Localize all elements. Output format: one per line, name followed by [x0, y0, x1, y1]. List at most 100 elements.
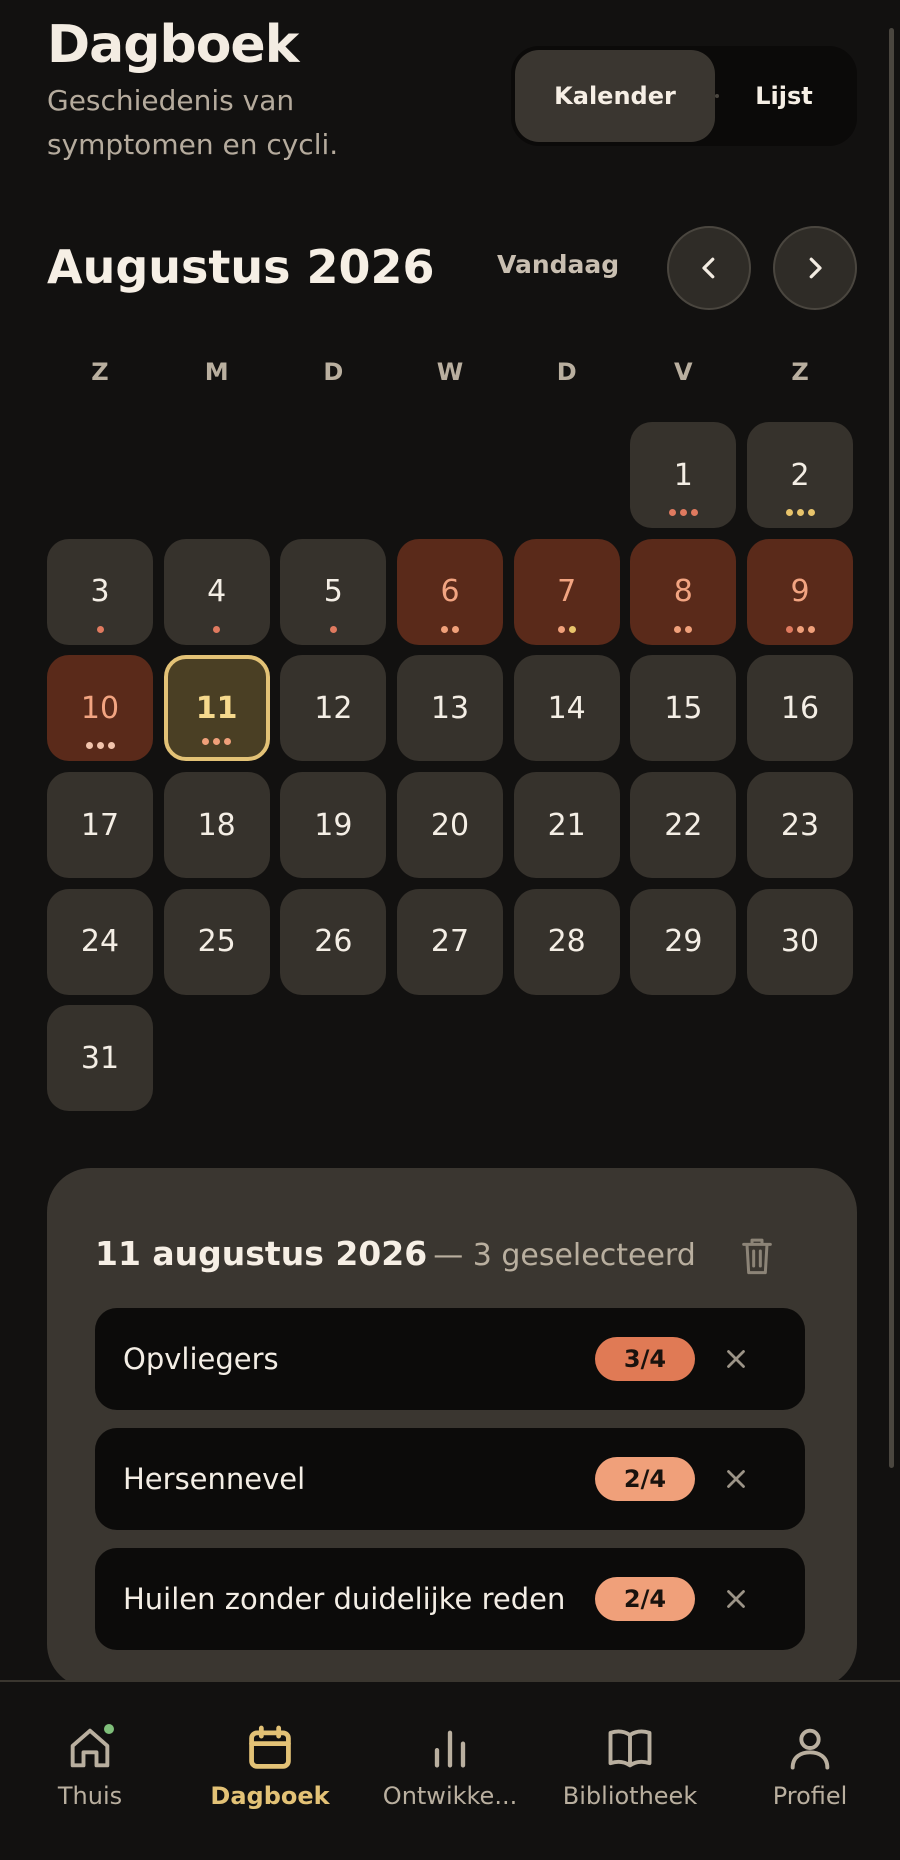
calendar-day-19[interactable]: 19 — [280, 772, 387, 878]
calendar-day-13[interactable]: 13 — [397, 655, 503, 762]
nav-item-bibliotheek[interactable]: Bibliotheek — [540, 1722, 720, 1810]
calendar-day-22[interactable]: 22 — [630, 772, 737, 878]
month-bar: Augustus 2026 Vandaag — [47, 226, 857, 310]
home-icon — [64, 1722, 116, 1774]
calendar-day-3[interactable]: 3 — [47, 538, 153, 645]
calendar-day-15[interactable]: 15 — [630, 655, 737, 762]
calendar-day-11[interactable]: 11 — [163, 655, 270, 762]
symptom-dot — [452, 625, 459, 633]
selected-date: 11 augustus 2026 — [95, 1234, 428, 1273]
day-number: 13 — [430, 690, 470, 726]
symptom-dot — [674, 625, 682, 633]
symptom-name: Hersennevel — [123, 1462, 306, 1496]
symptom-row[interactable]: Huilen zonder duidelijke reden 2/4 — [95, 1548, 805, 1650]
day-number: 11 — [195, 690, 238, 726]
calendar-day-4[interactable]: 4 — [163, 538, 270, 645]
bottom-navigation: Thuis Dagboek Ontwikke... Bibliotheek Profie… — [0, 1680, 900, 1860]
calendar-day-17[interactable]: 17 — [47, 772, 153, 878]
day-number: 5 — [323, 574, 343, 610]
scrollbar[interactable] — [889, 28, 894, 1468]
symptom-dot — [96, 625, 104, 633]
symptom-dot — [213, 738, 221, 746]
day-number: 16 — [780, 690, 820, 726]
calendar-day-28[interactable]: 28 — [513, 888, 620, 995]
day-number: 30 — [780, 924, 820, 960]
symptom-dot — [807, 509, 815, 516]
day-number: 18 — [197, 807, 236, 843]
delete-button[interactable] — [737, 1234, 777, 1278]
calendar-day-24[interactable]: 24 — [47, 888, 153, 995]
calendar-day-6[interactable]: 6 — [397, 538, 503, 645]
nav-item-ontwikke[interactable]: Ontwikke... — [360, 1722, 540, 1810]
nav-label: Profiel — [772, 1782, 848, 1810]
symptom-dot — [785, 509, 793, 516]
day-number: 9 — [790, 574, 810, 610]
symptom-dot — [785, 625, 793, 633]
remove-symptom-button[interactable] — [721, 1464, 751, 1494]
calendar-day-1[interactable]: 1 — [630, 422, 737, 528]
day-number: 12 — [314, 690, 353, 726]
calendar-day-7[interactable]: 7 — [513, 538, 620, 645]
day-number: 10 — [80, 690, 120, 726]
symptom-dot — [796, 509, 804, 516]
severity-badge: 2/4 — [595, 1457, 695, 1501]
symptom-dot — [690, 509, 698, 516]
day-number: 31 — [80, 1040, 120, 1076]
remove-symptom-button[interactable] — [721, 1584, 751, 1614]
next-month-button[interactable] — [773, 226, 857, 310]
day-number: 1 — [673, 457, 693, 493]
weekday-label: Z — [91, 358, 109, 386]
day-number: 3 — [90, 574, 110, 610]
day-number: 26 — [314, 924, 353, 960]
chevron-left-icon — [702, 257, 715, 279]
calendar-day-30[interactable]: 30 — [747, 888, 854, 995]
symptom-row[interactable]: Opvliegers 3/4 — [95, 1308, 805, 1410]
calendar-day-12[interactable]: 12 — [280, 655, 387, 762]
page-subtitle: Geschiedenis van symptomen en cycli. — [47, 83, 339, 161]
trash-icon — [742, 1238, 772, 1275]
calendar-day-8[interactable]: 8 — [630, 538, 737, 645]
calendar-day-26[interactable]: 26 — [280, 888, 387, 995]
calendar-day-23[interactable]: 23 — [747, 772, 854, 878]
nav-item-dagboek[interactable]: Dagboek — [180, 1722, 360, 1810]
nav-label: Ontwikke... — [382, 1782, 518, 1810]
calendar-day-5[interactable]: 5 — [280, 538, 387, 645]
nav-item-thuis[interactable]: Thuis — [0, 1722, 180, 1810]
calendar-day-9[interactable]: 9 — [747, 538, 854, 645]
day-number: 28 — [547, 924, 586, 960]
calendar-day-14[interactable]: 14 — [513, 655, 620, 762]
symptom-row[interactable]: Hersennevel 2/4 — [95, 1428, 805, 1530]
symptom-indicator-dots — [280, 625, 386, 633]
calendar-day-25[interactable]: 25 — [163, 888, 270, 995]
calendar-day-21[interactable]: 21 — [513, 772, 620, 878]
weekday-label: V — [674, 358, 693, 386]
calendar-day-10[interactable]: 10 — [47, 655, 153, 762]
symptom-dot — [668, 509, 676, 516]
previous-month-button[interactable] — [667, 226, 751, 310]
symptom-dot — [807, 625, 815, 633]
symptom-indicator-dots — [168, 738, 266, 746]
symptom-indicator-dots — [747, 625, 853, 633]
calendar-day-29[interactable]: 29 — [630, 888, 737, 995]
day-number: 15 — [664, 690, 703, 726]
symptom-name: Opvliegers — [123, 1342, 279, 1376]
calendar-day-16[interactable]: 16 — [747, 655, 854, 762]
calendar-day-2[interactable]: 2 — [747, 422, 854, 528]
day-number: 4 — [207, 574, 227, 610]
symptom-dot — [329, 625, 337, 633]
calendar-day-18[interactable]: 18 — [163, 772, 270, 878]
calendar-day-27[interactable]: 27 — [397, 888, 503, 995]
toggle-calendar-button[interactable]: Kalender — [515, 50, 715, 142]
day-number: 20 — [430, 807, 470, 843]
calendar-day-20[interactable]: 20 — [397, 772, 503, 878]
calendar-day-31[interactable]: 31 — [47, 1005, 153, 1112]
nav-label: Thuis — [57, 1782, 123, 1810]
nav-item-profiel[interactable]: Profiel — [720, 1722, 900, 1810]
day-number: 17 — [80, 807, 120, 843]
header: Dagboek Geschiedenis van symptomen en cy… — [47, 18, 857, 168]
symptom-name: Huilen zonder duidelijke reden — [123, 1582, 566, 1616]
symptom-dot — [96, 742, 104, 750]
remove-symptom-button[interactable] — [721, 1344, 751, 1374]
toggle-list-button[interactable]: Lijst — [715, 50, 853, 142]
today-button[interactable]: Vandaag — [497, 250, 619, 279]
